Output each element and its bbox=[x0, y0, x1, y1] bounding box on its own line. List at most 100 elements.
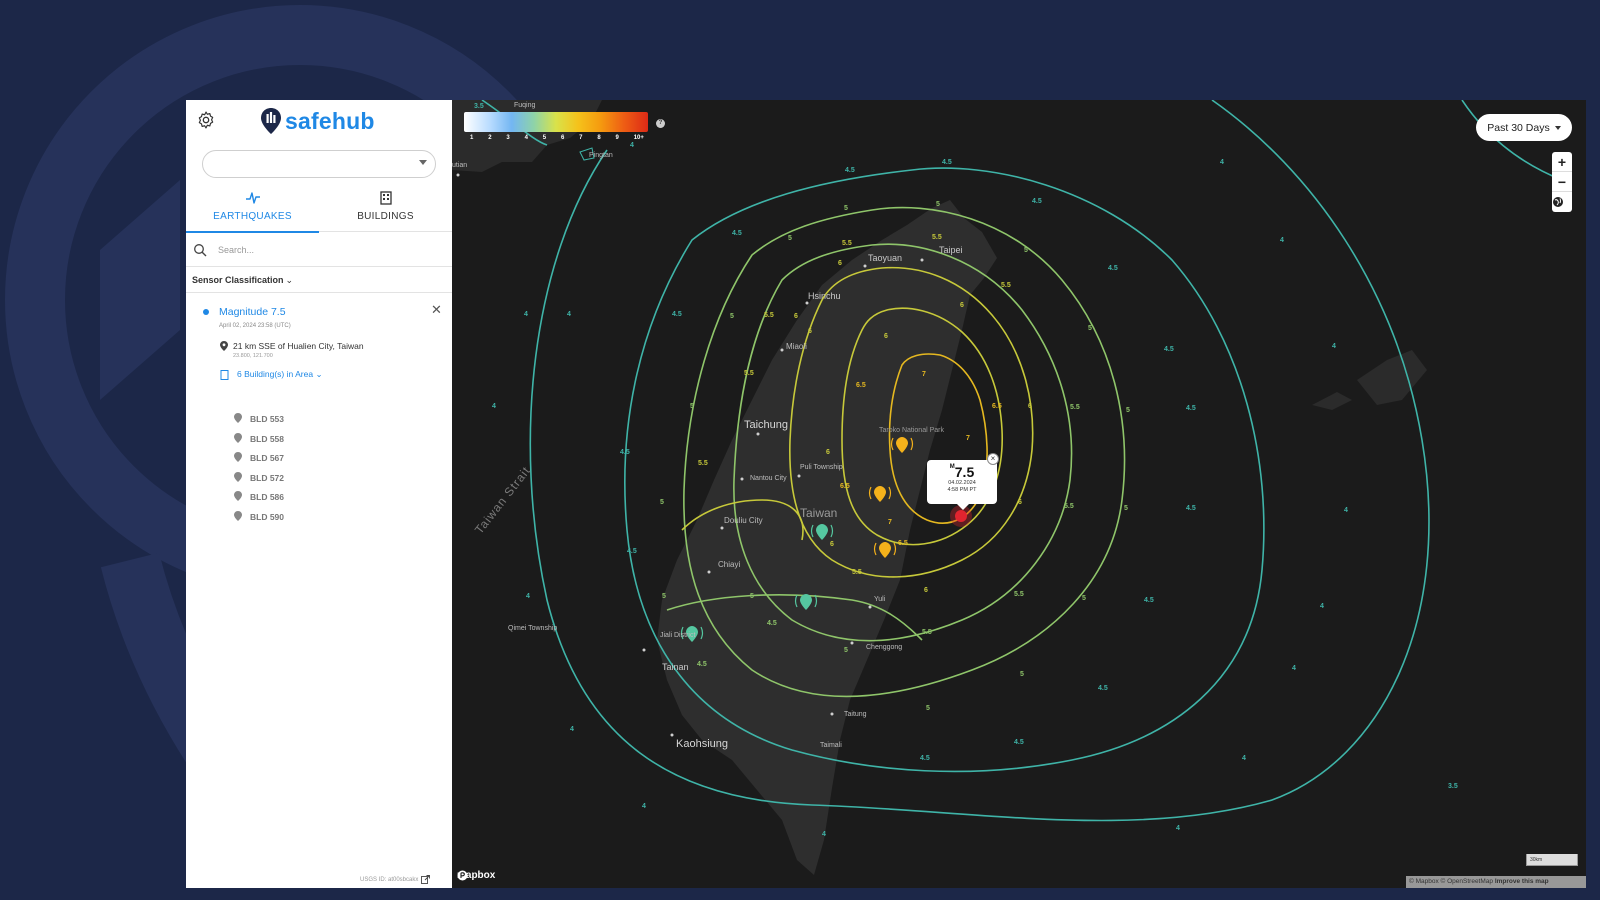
popup-time: 4:58 PM PT bbox=[947, 487, 977, 493]
svg-text:4.5: 4.5 bbox=[1098, 685, 1108, 692]
building-name: BLD 558 bbox=[250, 433, 285, 444]
epicenter-marker bbox=[955, 510, 967, 522]
svg-text:4: 4 bbox=[526, 593, 530, 600]
svg-text:6: 6 bbox=[884, 333, 888, 340]
map-label-chenggong: Chenggong bbox=[866, 644, 903, 651]
legend-tick: 9 bbox=[615, 135, 619, 141]
svg-text:6.5: 6.5 bbox=[856, 382, 866, 389]
map-label-yuli: Yuli bbox=[874, 596, 886, 603]
building-name: BLD 553 bbox=[250, 414, 285, 424]
time-range-dropdown[interactable]: Past 30 Days bbox=[1476, 114, 1572, 141]
building-name: BLD 567 bbox=[250, 453, 285, 464]
legend-tick: 5 bbox=[542, 135, 547, 141]
svg-text:4.5: 4.5 bbox=[672, 311, 682, 318]
building-name: BLD 590 bbox=[250, 511, 285, 522]
map-label-fuqing: Fuqing bbox=[514, 102, 536, 109]
map-label-taiwan: Taiwan bbox=[800, 506, 838, 520]
svg-text:4: 4 bbox=[1320, 603, 1324, 610]
svg-text:5: 5 bbox=[844, 205, 848, 212]
map-label-taichung: Taichung bbox=[744, 419, 789, 431]
svg-text:6: 6 bbox=[960, 302, 964, 309]
svg-text:5.5: 5.5 bbox=[1014, 591, 1024, 598]
scale-label: 30km bbox=[1530, 857, 1543, 863]
svg-text:4.5: 4.5 bbox=[697, 661, 707, 668]
svg-text:5: 5 bbox=[788, 235, 792, 242]
tab-earthquakes[interactable]: EARTHQUAKES bbox=[186, 188, 319, 233]
building-name: BLD 572 bbox=[250, 472, 285, 483]
brand-name: safehub bbox=[285, 107, 375, 134]
building-pin-icon bbox=[234, 432, 242, 443]
svg-text:5: 5 bbox=[660, 499, 664, 506]
legend-tick: 1 bbox=[470, 135, 474, 141]
map-label-hsinchu: Hsinchu bbox=[808, 291, 841, 301]
close-icon[interactable]: ✕ bbox=[431, 302, 442, 318]
svg-text:4.5: 4.5 bbox=[767, 620, 777, 627]
event-location: 21 km SSE of Hualien City, Taiwan bbox=[233, 341, 364, 351]
event-date: April 02, 2024 23:58 (UTC) bbox=[219, 323, 291, 329]
svg-text:4.5: 4.5 bbox=[1108, 265, 1118, 272]
svg-text:5: 5 bbox=[1088, 325, 1092, 332]
event-coordinates: 23.800, 121.700 bbox=[233, 353, 273, 359]
map-label-taipei: Taipei bbox=[939, 245, 963, 255]
svg-text:4.5: 4.5 bbox=[845, 167, 855, 174]
event-status-dot bbox=[203, 309, 209, 315]
svg-text:5.5: 5.5 bbox=[1064, 503, 1074, 510]
event-title[interactable]: Magnitude 7.5 bbox=[219, 306, 286, 318]
zoom-in-button[interactable]: + bbox=[1552, 152, 1572, 172]
svg-text:4: 4 bbox=[822, 831, 826, 838]
help-icon[interactable]: ? bbox=[656, 119, 665, 128]
zoom-out-button[interactable]: − bbox=[1552, 172, 1572, 192]
svg-text:5: 5 bbox=[730, 313, 734, 320]
svg-text:4.5: 4.5 bbox=[920, 755, 930, 762]
svg-text:4: 4 bbox=[492, 403, 496, 410]
svg-text:4: 4 bbox=[1292, 665, 1296, 672]
island-iriomote bbox=[1357, 350, 1427, 405]
chevron-down-icon bbox=[419, 160, 427, 165]
mapbox-logo[interactable]: mapbox bbox=[457, 870, 495, 881]
gear-icon[interactable] bbox=[196, 110, 216, 130]
svg-text:6.5: 6.5 bbox=[840, 483, 850, 490]
location-pin-icon bbox=[220, 341, 228, 351]
svg-text:4: 4 bbox=[1280, 237, 1284, 244]
svg-text:4: 4 bbox=[1242, 755, 1246, 762]
map-label-taitung: Taitung bbox=[844, 711, 867, 718]
svg-text:4: 4 bbox=[524, 311, 528, 318]
svg-text:6: 6 bbox=[838, 260, 842, 267]
map-scale-bar: 30km bbox=[1526, 854, 1578, 866]
buildings-in-area-toggle[interactable]: 6 Building(s) in Area ⌄ bbox=[237, 369, 323, 380]
map-label-qimei: Qimei Township bbox=[508, 625, 558, 632]
earthquake-popup[interactable]: M7.5 04.02.2024 4:58 PM PT bbox=[927, 460, 997, 510]
organization-select[interactable] bbox=[202, 150, 436, 178]
building-pin-icon bbox=[234, 510, 242, 521]
legend-tick: 2 bbox=[488, 135, 492, 141]
tab-buildings[interactable]: BUILDINGS bbox=[319, 188, 452, 232]
legend-tick: 10+ bbox=[633, 135, 644, 141]
svg-text:5: 5 bbox=[1082, 595, 1086, 602]
usgs-id-link[interactable]: USGS ID: at00sbcakx bbox=[360, 875, 431, 884]
globe-icon bbox=[1553, 197, 1563, 207]
map-canvas[interactable]: 3.5 3.5 4 4 4 4 4 4 4 4 4 4 4 4 4 4 4 4 … bbox=[452, 100, 1586, 888]
chevron-down-icon: ⌄ bbox=[285, 275, 294, 285]
map-label-tainan: Tainan bbox=[662, 662, 689, 672]
building-icon bbox=[379, 191, 392, 205]
sidebar: safehub EARTHQUAKES BUILDINGS Sens bbox=[186, 100, 452, 888]
svg-text:5: 5 bbox=[1124, 505, 1128, 512]
svg-text:5: 5 bbox=[1020, 671, 1024, 678]
building-pin-icon bbox=[234, 491, 242, 502]
svg-text:4.5: 4.5 bbox=[942, 159, 952, 166]
popup-close-icon[interactable]: × bbox=[987, 453, 999, 465]
map-layer: 3.5 3.5 4 4 4 4 4 4 4 4 4 4 4 4 4 4 4 4 … bbox=[452, 100, 1563, 875]
tab-earthquakes-label: EARTHQUAKES bbox=[213, 211, 292, 222]
sensor-classification-filter[interactable]: Sensor Classification ⌄ bbox=[186, 267, 452, 293]
search-input[interactable] bbox=[218, 240, 438, 260]
mapbox-icon bbox=[457, 870, 468, 881]
svg-text:4.5: 4.5 bbox=[1032, 198, 1042, 205]
svg-text:5.5: 5.5 bbox=[842, 240, 852, 247]
svg-text:5.5: 5.5 bbox=[764, 312, 774, 319]
map-label-kaohsiung: Kaohsiung bbox=[676, 738, 728, 750]
svg-text:5.5: 5.5 bbox=[1070, 404, 1080, 411]
improve-map-link[interactable]: Improve this map bbox=[1495, 878, 1549, 885]
zoom-controls: + − bbox=[1552, 152, 1572, 212]
tab-bar: EARTHQUAKES BUILDINGS bbox=[186, 188, 452, 233]
reset-view-button[interactable] bbox=[1552, 192, 1572, 212]
